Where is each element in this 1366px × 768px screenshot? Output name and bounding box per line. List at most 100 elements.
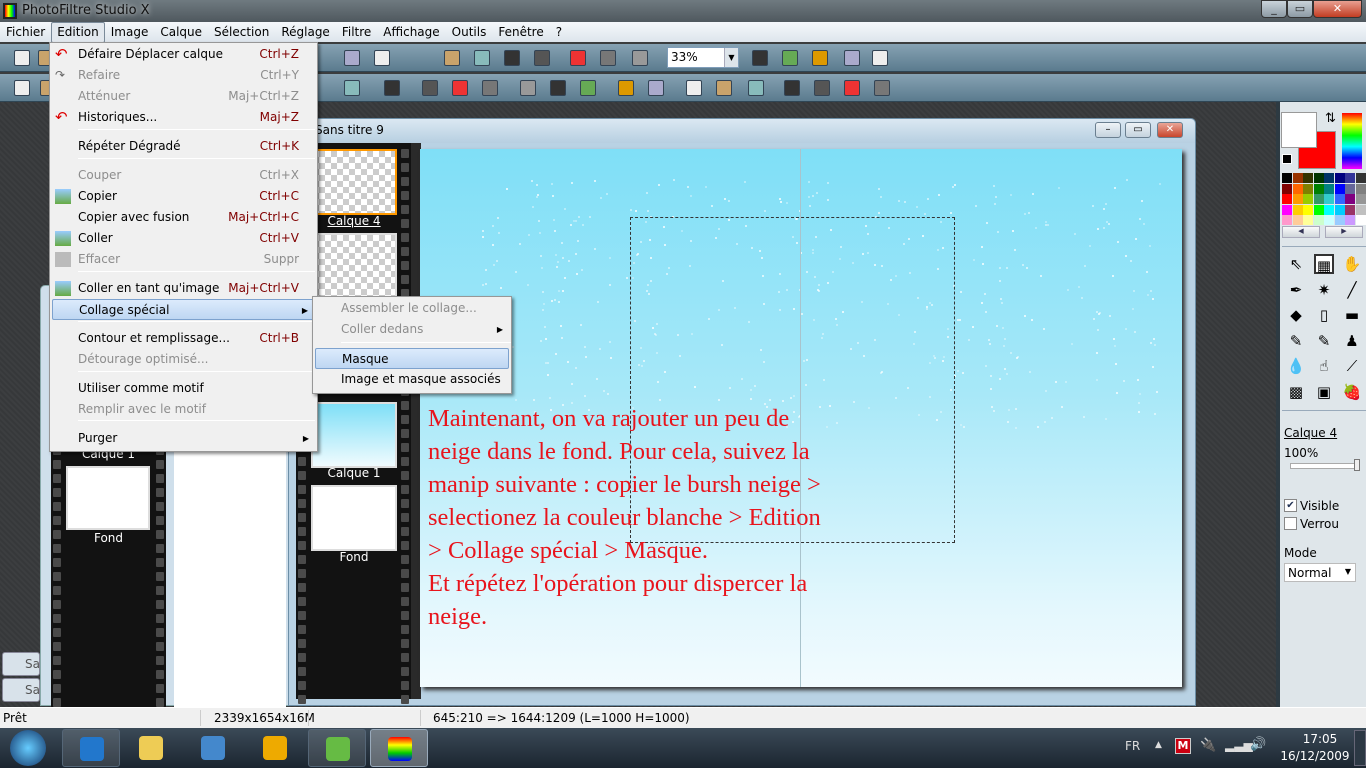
photofiltre-studio-icon[interactable] <box>370 729 428 767</box>
palette-swatch[interactable] <box>1355 204 1366 215</box>
palette-swatch[interactable] <box>1303 215 1313 225</box>
palette-swatch[interactable] <box>1303 194 1313 204</box>
palette-swatch[interactable] <box>1313 215 1324 225</box>
brush-icon[interactable]: ✎ <box>1286 331 1306 351</box>
layer-thumbnail[interactable] <box>66 466 150 530</box>
selection-icon[interactable]: ▦ <box>1314 254 1334 275</box>
remote-desktop-icon[interactable] <box>184 729 242 767</box>
toolbar-icon[interactable] <box>344 80 360 96</box>
toolbar-icon[interactable] <box>550 80 566 96</box>
submenu-item-image-et-masque-associ-s[interactable]: Image et masque associés <box>315 369 509 390</box>
palette-swatch[interactable] <box>1355 194 1366 204</box>
toolbar-icon[interactable] <box>844 80 860 96</box>
reset-colors-icon[interactable] <box>1282 154 1292 164</box>
palette-swatch[interactable] <box>1303 183 1313 194</box>
toolbar-icon[interactable] <box>632 50 648 66</box>
layer-thumbnail[interactable] <box>311 485 397 551</box>
toolbar-icon[interactable] <box>844 50 860 66</box>
visible-checkbox[interactable]: ✔ <box>1284 499 1297 512</box>
toolbar-icon[interactable] <box>14 50 30 66</box>
magic-wand-icon[interactable]: ✷ <box>1314 280 1334 300</box>
show-hidden-icons-icon[interactable]: ▲ <box>1155 740 1162 750</box>
toolbar-icon[interactable] <box>384 80 400 96</box>
mcafee-icon[interactable]: M <box>1175 738 1191 754</box>
color-spectrum[interactable] <box>1342 113 1362 169</box>
palette-swatch[interactable] <box>1282 183 1292 194</box>
toolbar-icon[interactable] <box>716 80 732 96</box>
toolbar-icon[interactable] <box>482 80 498 96</box>
menu-calque[interactable]: Calque <box>154 22 208 43</box>
deform-brush-icon[interactable]: ⟋ <box>1342 356 1362 376</box>
eraser-icon[interactable]: ▬ <box>1342 305 1362 325</box>
toolbar-icon[interactable] <box>444 50 460 66</box>
toolbar-icon[interactable] <box>474 50 490 66</box>
menu-item-d-faire-d-placer-calque[interactable]: ↶ Défaire Déplacer calque Ctrl+Z <box>52 44 315 65</box>
warp-grid-icon[interactable]: ▩ <box>1286 382 1306 402</box>
palette-swatch[interactable] <box>1324 173 1334 183</box>
menu-filtre[interactable]: Filtre <box>336 22 377 43</box>
toolbar-icon[interactable] <box>452 80 468 96</box>
palette-swatch[interactable] <box>1334 215 1345 225</box>
palette-swatch[interactable] <box>1303 173 1313 183</box>
explorer-icon[interactable] <box>122 729 180 767</box>
menu-affichage[interactable]: Affichage <box>377 22 445 43</box>
layer-label[interactable]: Fond <box>71 531 146 545</box>
palette-swatch[interactable] <box>1292 215 1303 225</box>
palette-swatch[interactable] <box>1345 183 1355 194</box>
toolbar-icon[interactable] <box>814 80 830 96</box>
layer-label[interactable]: Calque 4 <box>311 214 397 228</box>
palette-swatch[interactable] <box>1282 194 1292 204</box>
palette-swatch[interactable] <box>1334 194 1345 204</box>
eyedropper-icon[interactable]: ✒ <box>1286 280 1306 300</box>
pointer-icon[interactable]: ⇖ <box>1286 254 1306 274</box>
toolbar-icon[interactable] <box>344 50 360 66</box>
menu-item-historiques[interactable]: ↶ Historiques... Maj+Z <box>52 107 315 128</box>
line-icon[interactable]: ╱ <box>1342 280 1362 300</box>
strawberry-icon[interactable]: 🍓 <box>1342 382 1362 402</box>
palette-swatch[interactable] <box>1355 183 1366 194</box>
doc-close-button[interactable]: ✕ <box>1157 122 1183 138</box>
toolbar-icon[interactable] <box>618 80 634 96</box>
palette-swatch[interactable] <box>1324 215 1334 225</box>
palette-swatch[interactable] <box>1282 204 1292 215</box>
palette-swatch[interactable] <box>1282 215 1292 225</box>
menu-image[interactable]: Image <box>105 22 155 43</box>
palette-swatch[interactable] <box>1313 194 1324 204</box>
palette-swatch[interactable] <box>1313 204 1324 215</box>
menu-item-r-p-ter-d-grad[interactable]: Répéter Dégradé Ctrl+K <box>52 136 315 157</box>
network-icon[interactable]: ▂▃▅ <box>1225 738 1253 752</box>
hand-icon[interactable]: ✋ <box>1342 254 1362 274</box>
clock-date[interactable]: 16/12/2009 <box>1280 749 1350 763</box>
photo-mask-icon[interactable]: ▣ <box>1314 382 1334 402</box>
layer-thumbnail[interactable] <box>311 402 397 468</box>
toolbar-icon[interactable] <box>504 50 520 66</box>
palette-swatch[interactable] <box>1334 173 1345 183</box>
finger-smudge-icon[interactable]: ☝ <box>1314 356 1334 376</box>
palette-swatch[interactable] <box>1324 204 1334 215</box>
toolbar-icon[interactable] <box>784 80 800 96</box>
document-title-bar[interactable]: Sans titre 9 – ▭ ✕ <box>289 119 1195 143</box>
menu-item-purger[interactable]: Purger ▶ <box>52 428 315 449</box>
palette-swatch[interactable] <box>1345 215 1355 225</box>
opacity-slider-thumb[interactable] <box>1354 459 1360 471</box>
menu-réglage[interactable]: Réglage <box>275 22 336 43</box>
palette-swatch[interactable] <box>1355 173 1366 183</box>
foreground-color-swatch[interactable] <box>1281 112 1317 148</box>
palette-swatch[interactable] <box>1324 194 1334 204</box>
fill-bucket-icon[interactable]: ◆ <box>1286 305 1306 325</box>
toolbar-icon[interactable] <box>872 50 888 66</box>
menu-item-collage-sp-cial[interactable]: Collage spécial ▶ <box>52 299 315 320</box>
palette-swatch[interactable] <box>1292 173 1303 183</box>
palette-swatch[interactable] <box>1313 173 1324 183</box>
palette-swatch[interactable] <box>1355 215 1366 225</box>
zoom-select[interactable]: 33% ▼ <box>667 47 739 68</box>
submenu-item-masque[interactable]: Masque <box>315 348 509 369</box>
toolbar-icon[interactable] <box>422 80 438 96</box>
palette-swatch[interactable] <box>1334 183 1345 194</box>
menu-item-coller[interactable]: Coller Ctrl+V <box>52 228 315 249</box>
menu-outils[interactable]: Outils <box>446 22 493 43</box>
palette-swatch[interactable] <box>1345 204 1355 215</box>
minimize-button[interactable]: _ <box>1261 0 1287 18</box>
menu-item-copier-avec-fusion[interactable]: Copier avec fusion Maj+Ctrl+C <box>52 207 315 228</box>
swap-colors-icon[interactable]: ⇅ <box>1325 111 1336 126</box>
